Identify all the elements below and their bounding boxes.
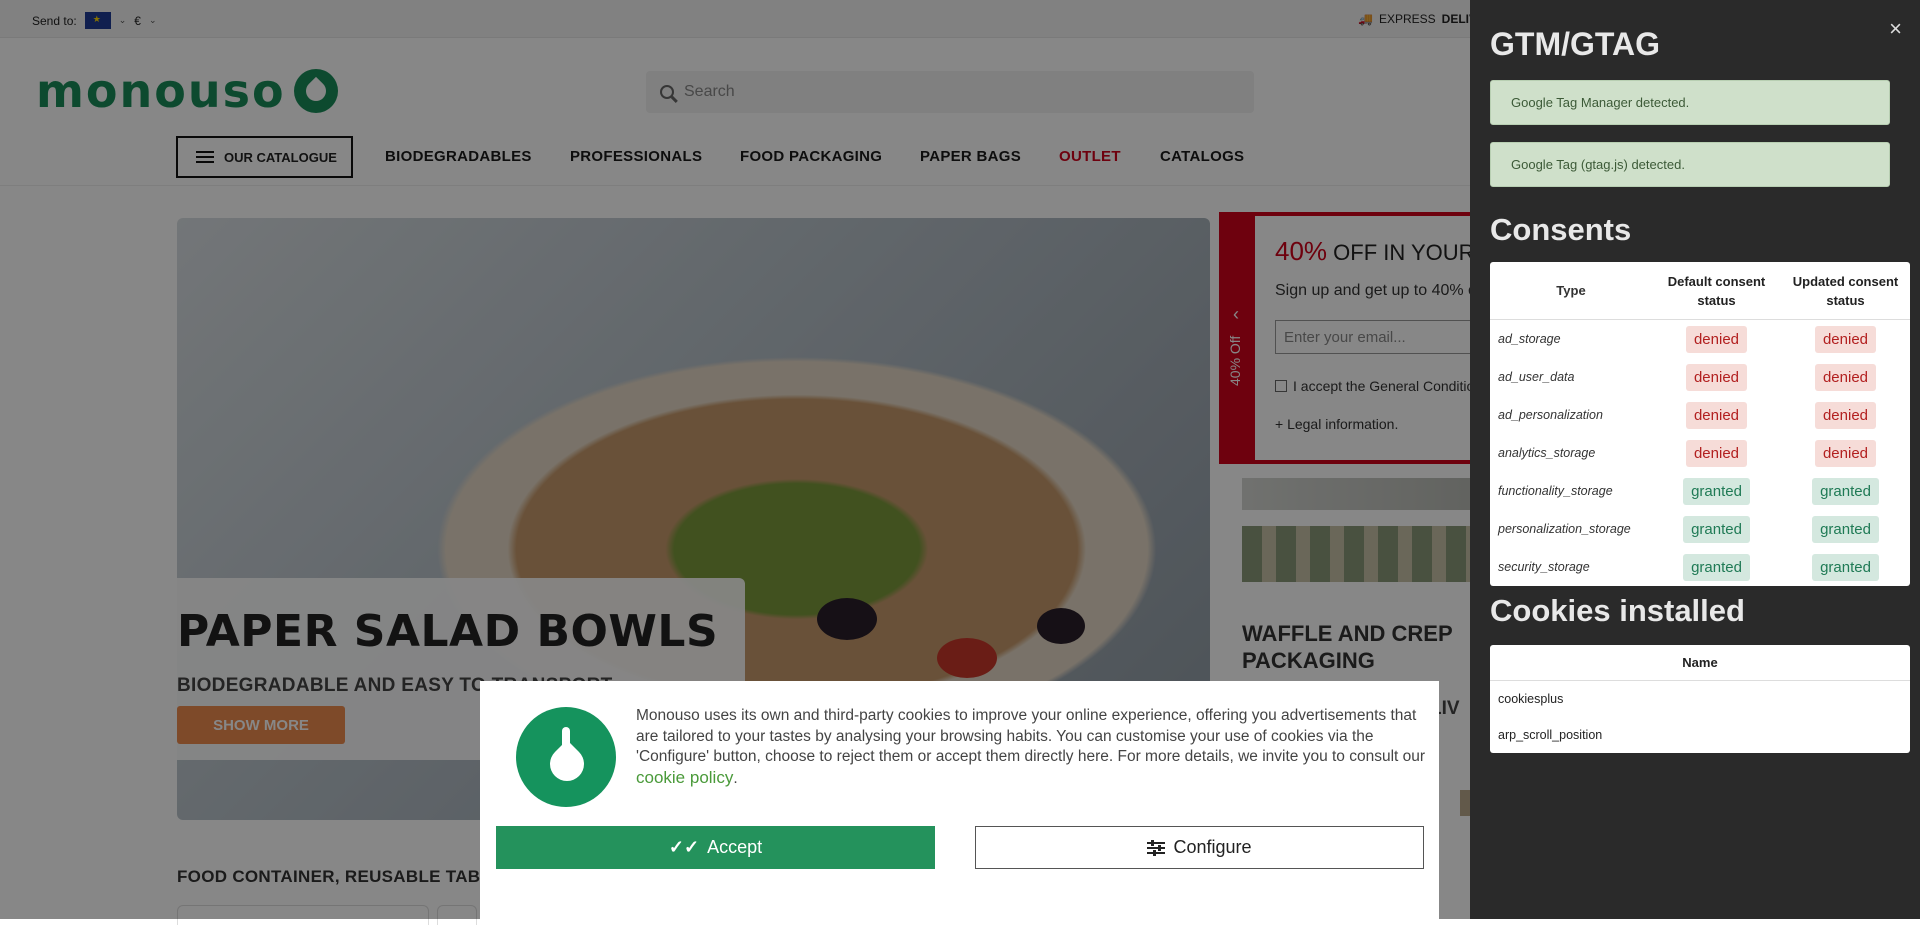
status-badge: granted (1683, 477, 1750, 505)
column-header: Updated consent status (1792, 273, 1899, 308)
table-row: cookiesplus (1498, 692, 1564, 706)
consents-table: Type Default consent status Updated cons… (1490, 262, 1910, 586)
cookie-text: Monouso uses its own and third-party coo… (636, 706, 1426, 789)
cookie-period: . (733, 769, 738, 787)
table-row: analytics_storage denied denied (1490, 434, 1910, 472)
consent-type: ad_storage (1498, 332, 1561, 346)
status-badge: denied (1814, 363, 1877, 391)
status-badge: denied (1814, 401, 1877, 429)
table-row: arp_scroll_position (1498, 728, 1603, 742)
consent-type: functionality_storage (1498, 484, 1613, 498)
consent-type: ad_user_data (1498, 370, 1575, 384)
status-badge: granted (1812, 515, 1879, 543)
status-badge: denied (1814, 325, 1877, 353)
gtag-detected-alert: Google Tag (gtag.js) detected. (1490, 142, 1890, 187)
status-badge: granted (1683, 515, 1750, 543)
cookies-installed-heading: Cookies installed (1490, 593, 1745, 628)
column-header: Default consent status (1667, 273, 1766, 308)
table-row: ad_user_data denied denied (1490, 358, 1910, 396)
column-header: Type (1556, 283, 1586, 298)
status-badge: denied (1685, 363, 1748, 391)
table-header: Type Default consent status Updated cons… (1490, 262, 1910, 320)
status-badge: granted (1812, 553, 1879, 581)
status-badge: denied (1814, 439, 1877, 467)
cookie-policy-link[interactable]: cookie policy (636, 768, 733, 787)
status-badge: denied (1685, 439, 1748, 467)
close-icon[interactable]: × (1889, 16, 1902, 42)
consent-type: personalization_storage (1498, 522, 1631, 536)
configure-button[interactable]: Configure (975, 826, 1424, 869)
cookies-table: Name cookiesplus arp_scroll_position (1490, 645, 1910, 753)
table-row: ad_storage denied denied (1490, 320, 1910, 358)
accept-label: Accept (707, 837, 763, 857)
gtm-title: GTM/GTAG (1490, 26, 1661, 62)
table-row: security_storage granted granted (1490, 548, 1910, 586)
cookie-consent-modal: Monouso uses its own and third-party coo… (480, 681, 1439, 919)
consents-heading: Consents (1490, 212, 1632, 247)
gtm-detected-alert: Google Tag Manager detected. (1490, 80, 1890, 125)
consent-type: ad_personalization (1498, 408, 1603, 422)
table-row: ad_personalization denied denied (1490, 396, 1910, 434)
configure-label: Configure (1173, 837, 1252, 857)
status-badge: denied (1685, 401, 1748, 429)
column-header: Name (1490, 645, 1910, 681)
status-badge: granted (1812, 477, 1879, 505)
table-row: functionality_storage granted granted (1490, 472, 1910, 510)
status-badge: granted (1683, 553, 1750, 581)
sliders-icon (1147, 839, 1166, 856)
consent-type: security_storage (1498, 560, 1590, 574)
status-badge: denied (1685, 325, 1748, 353)
gtm-inspector-panel: × GTM/GTAG Google Tag Manager detected. … (1470, 0, 1920, 919)
cookie-description: Monouso uses its own and third-party coo… (636, 707, 1426, 765)
double-check-icon: ✓✓ (668, 837, 700, 857)
consent-type: analytics_storage (1498, 446, 1596, 460)
table-row: personalization_storage granted granted (1490, 510, 1910, 548)
accept-button[interactable]: ✓✓ Accept (496, 826, 935, 869)
cookie-logo-icon (516, 707, 616, 807)
